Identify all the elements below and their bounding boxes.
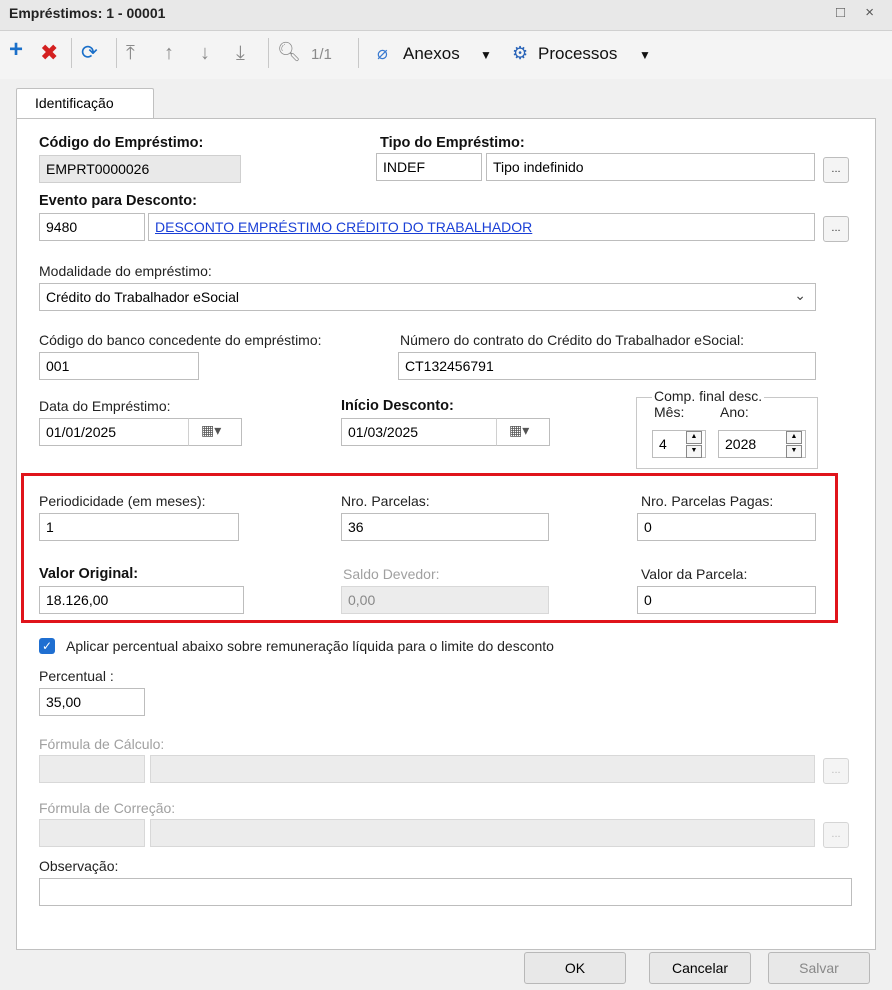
valor-parcela-field[interactable]: 0 xyxy=(637,586,816,614)
contrato-label: Número do contrato do Crédito do Trabalh… xyxy=(400,332,744,348)
gear-icon[interactable]: ⚙ xyxy=(512,43,528,63)
ok-button[interactable]: OK xyxy=(524,952,626,984)
previous-record-icon[interactable]: ↑ xyxy=(164,43,174,63)
ano-label: Ano: xyxy=(720,404,749,420)
mes-spinner[interactable]: ▲ ▼ xyxy=(686,431,702,458)
nro-parcelas-field[interactable]: 36 xyxy=(341,513,549,541)
nro-parcelas-pagas-label: Nro. Parcelas Pagas: xyxy=(641,493,774,509)
valor-original-field[interactable]: 18.126,00 xyxy=(39,586,244,614)
calendar-icon: ▦▾ xyxy=(509,422,530,438)
tipo-emprestimo-code-field[interactable]: INDEF xyxy=(376,153,482,181)
valor-parcela-label: Valor da Parcela: xyxy=(641,566,748,582)
search-icon[interactable]: 🔍︎ xyxy=(277,43,301,63)
toolbar-separator xyxy=(268,38,269,68)
percentual-label: Percentual : xyxy=(39,668,114,684)
mes-value: 4 xyxy=(659,436,667,452)
tipo-emprestimo-description-field[interactable]: Tipo indefinido xyxy=(486,153,815,181)
modalidade-value: Crédito do Trabalhador eSocial xyxy=(46,289,240,305)
formula-calculo-description-field xyxy=(150,755,815,783)
mes-label: Mês: xyxy=(654,404,685,420)
periodicidade-label: Periodicidade (em meses): xyxy=(39,493,206,509)
window-controls[interactable]: □ × xyxy=(836,4,882,21)
saldo-devedor-field: 0,00 xyxy=(341,586,549,614)
tipo-emprestimo-lookup-button[interactable]: ... xyxy=(823,157,849,183)
saldo-devedor-label: Saldo Devedor: xyxy=(343,566,440,582)
attachments-menu[interactable]: Anexos xyxy=(403,44,460,64)
formula-correcao-label: Fórmula de Correção: xyxy=(39,800,176,816)
next-record-icon[interactable]: ↓ xyxy=(200,43,210,63)
record-counter: 1/1 xyxy=(311,46,332,63)
chevron-down-icon: ⌄ xyxy=(794,287,806,303)
aplicar-percentual-label: Aplicar percentual abaixo sobre remunera… xyxy=(66,638,554,654)
formula-correcao-description-field xyxy=(150,819,815,847)
inicio-desconto-calendar-button[interactable]: ▦▾ xyxy=(496,418,550,446)
inicio-desconto-label: Início Desconto: xyxy=(341,398,454,414)
modalidade-select[interactable]: Crédito do Trabalhador eSocial ⌄ xyxy=(39,283,816,311)
chevron-down-icon[interactable]: ▼ xyxy=(639,48,651,62)
formula-correcao-code-field xyxy=(39,819,145,847)
contrato-field[interactable]: CT132456791 xyxy=(398,352,816,380)
evento-desconto-lookup-button[interactable]: ... xyxy=(823,216,849,242)
chevron-down-icon[interactable]: ▼ xyxy=(480,48,492,62)
modalidade-label: Modalidade do empréstimo: xyxy=(39,263,212,279)
formula-calculo-label: Fórmula de Cálculo: xyxy=(39,736,165,752)
delete-icon[interactable]: ✖ xyxy=(40,42,58,64)
ano-value: 2028 xyxy=(725,436,757,452)
tipo-emprestimo-label: Tipo do Empréstimo: xyxy=(380,135,525,151)
first-record-icon[interactable]: ⤒ xyxy=(126,43,135,63)
nro-parcelas-label: Nro. Parcelas: xyxy=(341,493,430,509)
banco-label: Código do banco concedente do empréstimo… xyxy=(39,332,322,348)
data-emprestimo-field[interactable]: 01/01/2025 xyxy=(39,418,189,446)
banco-field[interactable]: 001 xyxy=(39,352,199,380)
refresh-icon[interactable]: ⟳ xyxy=(81,43,98,63)
processes-menu[interactable]: Processos xyxy=(538,44,617,64)
tab-label: Identificação xyxy=(35,95,114,111)
paperclip-icon[interactable]: ⌀ xyxy=(377,43,388,63)
toolbar-separator xyxy=(358,38,359,68)
calendar-icon: ▦▾ xyxy=(201,422,222,438)
nro-parcelas-pagas-field[interactable]: 0 xyxy=(637,513,816,541)
codigo-emprestimo-field[interactable]: EMPRT0000026 xyxy=(39,155,241,183)
data-emprestimo-label: Data do Empréstimo: xyxy=(39,398,171,414)
toolbar-separator xyxy=(71,38,72,68)
save-button[interactable]: Salvar xyxy=(768,952,870,984)
evento-desconto-link[interactable]: DESCONTO EMPRÉSTIMO CRÉDITO DO TRABALHAD… xyxy=(155,219,532,235)
last-record-icon[interactable]: ⤓ xyxy=(236,43,245,63)
aplicar-percentual-checkbox[interactable]: ✓ xyxy=(39,638,55,654)
periodicidade-field[interactable]: 1 xyxy=(39,513,239,541)
ano-spinner[interactable]: ▲ ▼ xyxy=(786,431,802,458)
formula-calculo-lookup-button: ... xyxy=(823,758,849,784)
observacao-label: Observação: xyxy=(39,858,119,874)
evento-desconto-description-field[interactable]: DESCONTO EMPRÉSTIMO CRÉDITO DO TRABALHAD… xyxy=(148,213,815,241)
valor-original-label: Valor Original: xyxy=(39,566,139,582)
observacao-field[interactable] xyxy=(39,878,852,906)
data-emprestimo-calendar-button[interactable]: ▦▾ xyxy=(188,418,242,446)
formula-correcao-lookup-button: ... xyxy=(823,822,849,848)
toolbar-separator xyxy=(116,38,117,68)
cancel-button[interactable]: Cancelar xyxy=(649,952,751,984)
add-icon[interactable]: + xyxy=(9,38,23,62)
evento-desconto-label: Evento para Desconto: xyxy=(39,193,197,209)
evento-desconto-code-field[interactable]: 9480 xyxy=(39,213,145,241)
percentual-field[interactable]: 35,00 xyxy=(39,688,145,716)
formula-calculo-code-field xyxy=(39,755,145,783)
inicio-desconto-field[interactable]: 01/03/2025 xyxy=(341,418,497,446)
comp-final-label: Comp. final desc. xyxy=(652,388,765,404)
window-title: Empréstimos: 1 - 00001 xyxy=(9,5,166,21)
codigo-emprestimo-label: Código do Empréstimo: xyxy=(39,135,204,151)
